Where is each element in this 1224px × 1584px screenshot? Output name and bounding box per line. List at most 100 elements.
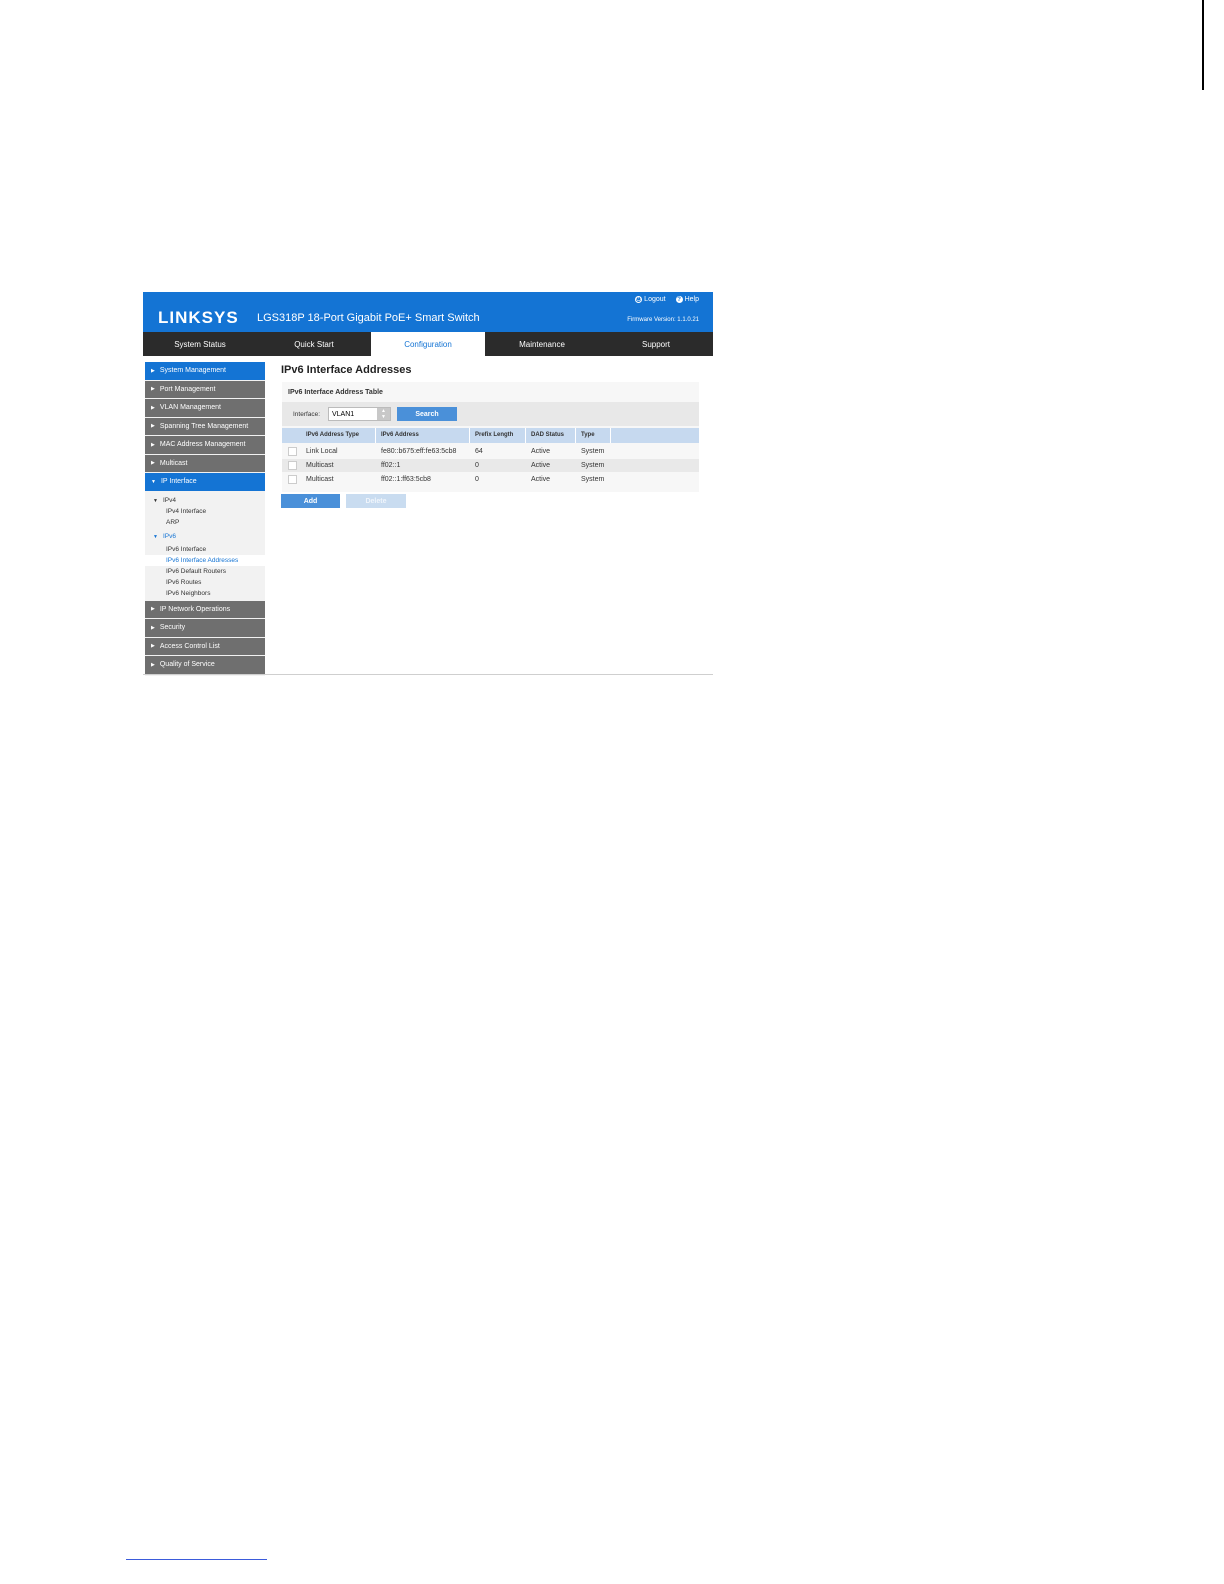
caret-right-icon: ▶ — [151, 423, 155, 430]
help-label: Help — [684, 296, 699, 303]
sidebar-item-label: MAC Address Management — [159, 441, 246, 449]
column-divider — [525, 428, 526, 443]
sidebar-item-ipv6-interface[interactable]: IPv6 Interface — [145, 544, 265, 555]
column-header: Prefix Length — [475, 432, 514, 438]
caret-right-icon: ▶ — [151, 624, 155, 631]
sidebar-item-system-management[interactable]: ▶ System Management — [145, 362, 265, 380]
sidebar-item-mac-address[interactable]: ▶ MAC Address Management — [145, 436, 265, 454]
header-links: ⏻ Logout ? Help — [635, 296, 699, 303]
sidebar-item-label: Security — [159, 624, 186, 632]
main-content: IPv6 Interface Addresses IPv6 Interface … — [281, 364, 701, 508]
tab-quick-start[interactable]: Quick Start — [257, 332, 371, 356]
footnote-separator — [126, 1559, 267, 1560]
cell-type: System — [581, 448, 605, 455]
cell-address-type: Multicast — [306, 476, 334, 483]
cell-type: System — [581, 476, 605, 483]
help-link[interactable]: ? Help — [675, 296, 699, 303]
row-checkbox[interactable] — [288, 461, 297, 470]
delete-button[interactable]: Delete — [346, 494, 406, 508]
add-button[interactable]: Add — [281, 494, 340, 508]
cell-address-type: Link Local — [306, 448, 338, 455]
row-checkbox[interactable] — [288, 475, 297, 484]
table-title: IPv6 Interface Address Table — [288, 389, 383, 396]
column-header: Type — [581, 432, 595, 438]
cell-type: System — [581, 462, 605, 469]
sidebar-item-arp[interactable]: ARP — [145, 517, 265, 528]
sidebar-item-label: Multicast — [159, 459, 188, 467]
sidebar-item-ip-interface[interactable]: ▼ IP Interface — [145, 473, 265, 491]
sidebar-item-ipv6-default-routers[interactable]: IPv6 Default Routers — [145, 566, 265, 577]
sidebar-item-ipv6-routes[interactable]: IPv6 Routes — [145, 577, 265, 588]
sidebar-item-ipv6-interface-addresses[interactable]: IPv6 Interface Addresses — [145, 554, 265, 566]
interface-select-value: VLAN1 — [332, 410, 355, 418]
column-divider — [375, 428, 376, 443]
table-header: IPv6 Address Type IPv6 Address Prefix Le… — [282, 428, 699, 443]
header-bar: LINKSYS LGS318P 18-Port Gigabit PoE+ Sma… — [143, 292, 713, 332]
column-divider — [469, 428, 470, 443]
sidebar-item-vlan-management[interactable]: ▶ VLAN Management — [145, 399, 265, 417]
table-row: Multicast ff02::1:ff63:5cb8 0 Active Sys… — [282, 473, 699, 486]
caret-right-icon: ▶ — [151, 460, 155, 467]
switch-web-ui: LINKSYS LGS318P 18-Port Gigabit PoE+ Sma… — [143, 292, 713, 676]
updown-arrows-icon: ▲ ▼ — [377, 408, 390, 420]
table-row: Link Local fe80::b675:eff:fe63:5cb8 64 A… — [282, 445, 699, 458]
sidebar-item-label: Spanning Tree Management — [159, 422, 249, 430]
page-edge-line — [1202, 0, 1204, 90]
column-divider — [610, 428, 611, 443]
caret-right-icon: ▶ — [151, 441, 155, 448]
cell-dad-status: Active — [531, 462, 551, 469]
caret-right-icon: ▶ — [151, 386, 155, 393]
caret-right-icon: ▶ — [151, 606, 155, 613]
cell-ipv6-address: ff02::1:ff63:5cb8 — [381, 476, 431, 483]
sidebar-item-label: Quality of Service — [159, 661, 215, 669]
tab-support[interactable]: Support — [599, 332, 713, 356]
sidebar: ▶ System Management ▶ Port Management ▶ VLA… — [145, 362, 265, 676]
tab-maintenance[interactable]: Maintenance — [485, 332, 599, 356]
column-header: IPv6 Address — [381, 432, 419, 438]
content-bottom-rule — [143, 674, 713, 675]
help-icon: ? — [675, 296, 683, 303]
cell-address-type: Multicast — [306, 462, 334, 469]
sidebar-item-multicast[interactable]: ▶ Multicast — [145, 454, 265, 472]
cell-dad-status: Active — [531, 448, 551, 455]
sidebar-item-label: Access Control List — [159, 642, 220, 650]
cell-dad-status: Active — [531, 476, 551, 483]
sidebar-item-label: IP Network Operations — [159, 605, 231, 613]
tab-system-status[interactable]: System Status — [143, 332, 257, 356]
main-nav: System Status Quick Start Configuration … — [143, 332, 713, 356]
interface-select[interactable]: VLAN1 ▲ ▼ — [328, 407, 391, 421]
caret-right-icon: ▶ — [151, 643, 155, 650]
cell-ipv6-address: ff02::1 — [381, 462, 401, 469]
firmware-version: Firmware Version: 1.1.0.21 — [627, 317, 699, 323]
product-name: LGS318P 18-Port Gigabit PoE+ Smart Switc… — [257, 312, 480, 324]
sidebar-item-access-control-list[interactable]: ▶ Access Control List — [145, 637, 265, 655]
filter-bar: Interface: VLAN1 ▲ ▼ Search — [282, 402, 699, 426]
column-divider — [575, 428, 576, 443]
address-table-panel: IPv6 Interface Address Table Interface: … — [282, 382, 699, 492]
power-icon: ⏻ — [635, 296, 643, 303]
interface-label: Interface: — [293, 411, 321, 418]
sidebar-item-label: IP Interface — [160, 478, 197, 486]
search-button[interactable]: Search — [397, 407, 457, 421]
logout-link[interactable]: ⏻ Logout — [635, 296, 666, 303]
cell-prefix-length: 0 — [475, 476, 479, 483]
cell-prefix-length: 0 — [475, 462, 479, 469]
cell-ipv6-address: fe80::b675:eff:fe63:5cb8 — [381, 448, 457, 455]
column-header: IPv6 Address Type — [306, 432, 360, 438]
sidebar-item-quality-of-service[interactable]: ▶ Quality of Service — [145, 656, 265, 674]
sidebar-item-ipv4-interface[interactable]: IPv4 Interface — [145, 506, 265, 517]
caret-right-icon: ▶ — [151, 661, 155, 668]
row-checkbox[interactable] — [288, 447, 297, 456]
linksys-logo: LINKSYS — [158, 308, 239, 327]
sidebar-item-security[interactable]: ▶ Security — [145, 619, 265, 637]
tab-configuration[interactable]: Configuration — [371, 332, 485, 356]
sidebar-group-ipv4[interactable]: ▼ IPv4 — [145, 495, 265, 506]
sidebar-item-ipv6-neighbors[interactable]: IPv6 Neighbors — [145, 588, 265, 599]
sidebar-item-ip-network-operations[interactable]: ▶ IP Network Operations — [145, 600, 265, 618]
sidebar-item-spanning-tree[interactable]: ▶ Spanning Tree Management — [145, 417, 265, 435]
sidebar-item-port-management[interactable]: ▶ Port Management — [145, 380, 265, 398]
sidebar-group-ipv6[interactable]: ▼ IPv6 — [145, 531, 265, 542]
column-header: DAD Status — [531, 432, 565, 438]
caret-down-icon: ▼ — [153, 497, 158, 504]
cell-prefix-length: 64 — [475, 448, 483, 455]
